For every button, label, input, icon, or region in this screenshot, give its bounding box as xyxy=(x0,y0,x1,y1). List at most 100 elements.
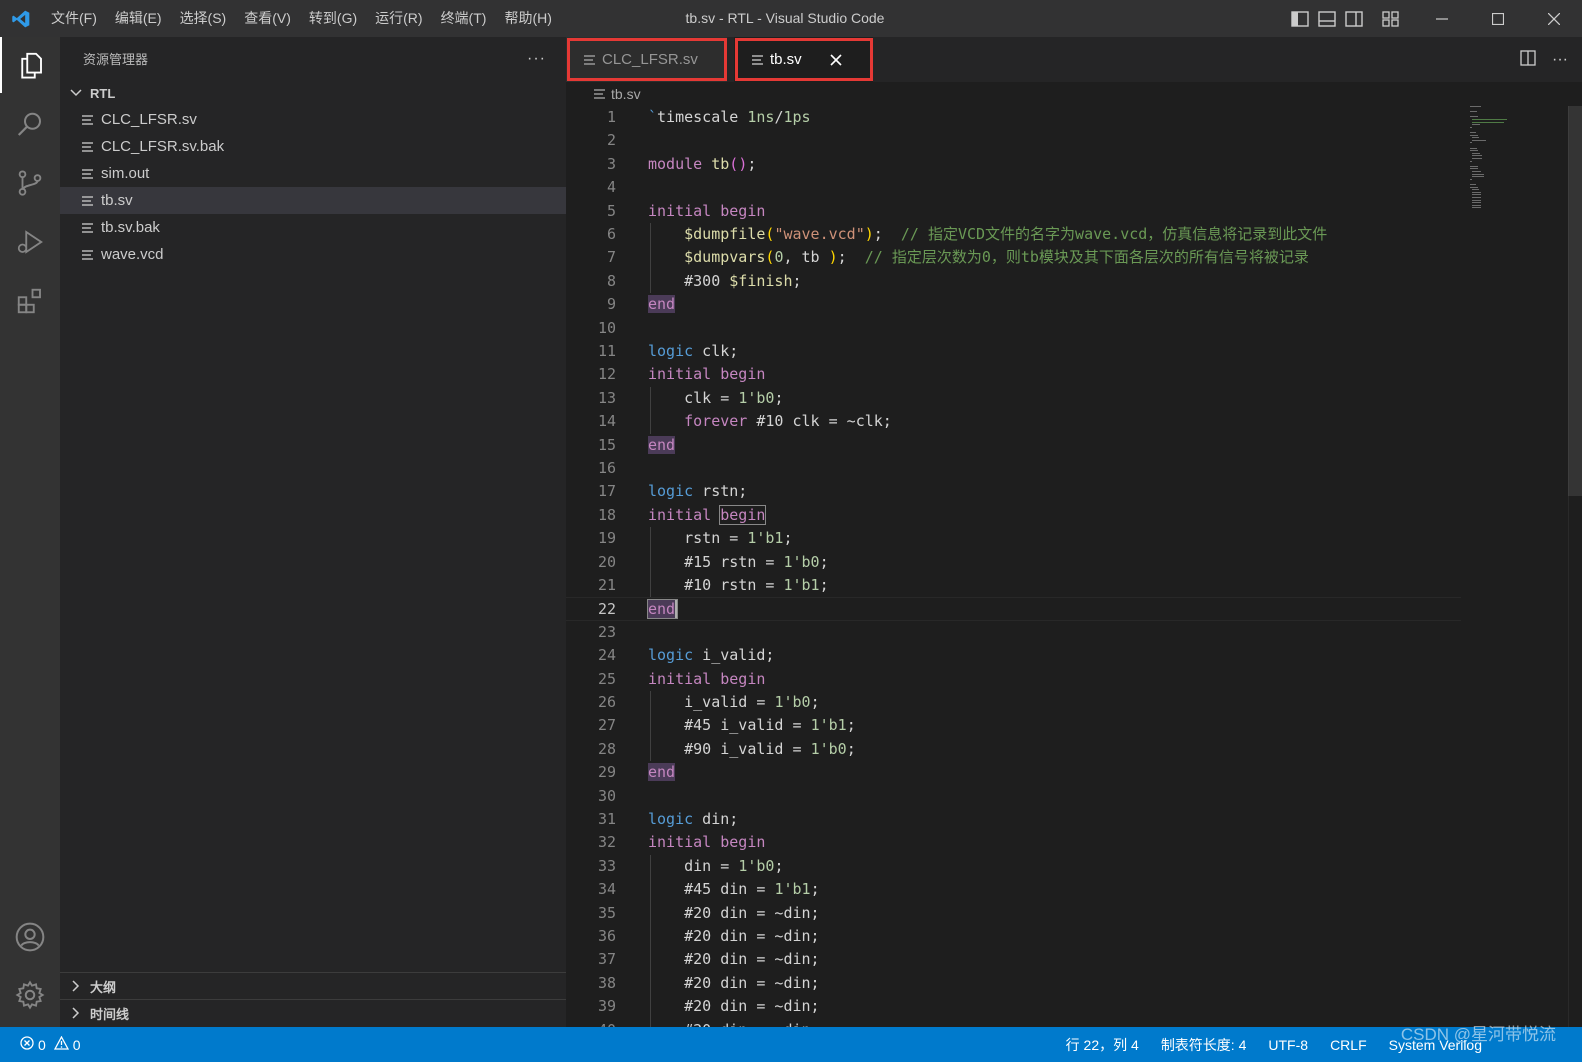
scrollbar-thumb[interactable] xyxy=(1568,106,1582,496)
line-number: 16 xyxy=(597,459,616,477)
code-line[interactable]: 19 rstn = 1'b1; xyxy=(566,527,1461,550)
customize-layout-icon[interactable] xyxy=(1382,10,1400,28)
language-mode[interactable]: System Verilog xyxy=(1389,1037,1482,1053)
tab-size[interactable]: 制表符长度: 4 xyxy=(1161,1035,1247,1055)
code-line[interactable]: 32 initial begin xyxy=(566,831,1461,854)
accounts-icon[interactable] xyxy=(0,909,60,965)
timeline-label: 时间线 xyxy=(90,1006,130,1022)
code-line[interactable]: 11 logic clk; xyxy=(566,340,1461,363)
code-line[interactable]: 2 xyxy=(566,129,1461,152)
line-number: 14 xyxy=(597,412,616,431)
encoding[interactable]: UTF-8 xyxy=(1268,1037,1308,1053)
folder-rtl[interactable]: RTL xyxy=(60,80,566,106)
file-lines-icon xyxy=(82,195,96,207)
code-line[interactable]: 18 initial begin xyxy=(566,504,1461,527)
code-line[interactable]: 36 #20 din = ~din; xyxy=(566,925,1461,948)
code-line[interactable]: 24 logic i_valid; xyxy=(566,644,1461,667)
minimap-line xyxy=(1472,171,1482,172)
code-line[interactable]: 16 xyxy=(566,457,1461,480)
code-line[interactable]: 13 clk = 1'b0; xyxy=(566,387,1461,410)
file-item[interactable]: tb.sv.bak xyxy=(60,214,566,241)
line-number: 17 xyxy=(597,482,616,501)
gear-icon[interactable] xyxy=(0,967,60,1023)
tab-clc-lfsr[interactable]: CLC_LFSR.sv xyxy=(566,37,728,82)
code-line[interactable]: 30 xyxy=(566,785,1461,808)
file-item[interactable]: CLC_LFSR.sv xyxy=(60,106,566,133)
tab-tb-sv[interactable]: tb.sv xyxy=(734,37,874,82)
code-line[interactable]: 22 end xyxy=(566,597,1461,621)
minimap-line xyxy=(1470,165,1479,167)
code-line[interactable]: 6 $dumpfile("wave.vcd"); // 指定VCD文件的名字为w… xyxy=(566,223,1461,246)
menu-item-0[interactable]: 文件(F) xyxy=(42,0,106,37)
breadcrumb[interactable]: tb.sv xyxy=(566,82,1582,106)
code-line[interactable]: 33 din = 1'b0; xyxy=(566,855,1461,878)
run-debug-icon[interactable] xyxy=(0,214,60,270)
more-actions-icon[interactable]: ··· xyxy=(527,50,546,68)
close-window-button[interactable] xyxy=(1526,0,1582,37)
code-text: #300 $finish; xyxy=(648,271,802,290)
code-line[interactable]: 20 #15 rstn = 1'b0; xyxy=(566,551,1461,574)
code-line[interactable]: 23 xyxy=(566,621,1461,644)
file-item[interactable]: sim.out xyxy=(60,160,566,187)
source-control-icon[interactable] xyxy=(0,155,60,211)
toggle-panel-icon[interactable] xyxy=(1318,10,1336,28)
explorer-icon[interactable] xyxy=(0,37,60,93)
code-line[interactable]: 35 #20 din = ~din; xyxy=(566,902,1461,925)
minimap-line xyxy=(1470,134,1478,136)
file-item[interactable]: CLC_LFSR.sv.bak xyxy=(60,133,566,160)
menu-item-7[interactable]: 帮助(H) xyxy=(495,0,560,37)
minimize-button[interactable] xyxy=(1414,0,1470,37)
more-actions-icon[interactable]: ··· xyxy=(1552,51,1568,69)
menu-item-4[interactable]: 转到(G) xyxy=(300,0,366,37)
timeline-section[interactable]: 时间线 xyxy=(60,999,566,1026)
file-item[interactable]: tb.sv xyxy=(60,187,566,214)
cursor-position[interactable]: 行 22，列 4 xyxy=(1066,1035,1139,1055)
minimap-line xyxy=(1472,176,1484,178)
file-item[interactable]: wave.vcd xyxy=(60,241,566,268)
code-line[interactable]: 27 #45 i_valid = 1'b1; xyxy=(566,714,1461,737)
menu-item-6[interactable]: 终端(T) xyxy=(432,0,496,37)
code-line[interactable]: 29 end xyxy=(566,761,1461,784)
code-line[interactable]: 28 #90 i_valid = 1'b0; xyxy=(566,738,1461,761)
code-line[interactable]: 3 module tb(); xyxy=(566,153,1461,176)
code-line[interactable]: 17 logic rstn; xyxy=(566,480,1461,503)
menu-item-2[interactable]: 选择(S) xyxy=(171,0,236,37)
search-icon[interactable] xyxy=(0,97,60,153)
code-text: initial begin xyxy=(648,669,766,688)
code-line[interactable]: 39 #20 din = ~din; xyxy=(566,995,1461,1018)
code-line[interactable]: 1 `timescale 1ns/1ps xyxy=(566,106,1461,129)
code-line[interactable]: 15 end xyxy=(566,434,1461,457)
code-editor[interactable]: 1 `timescale 1ns/1ps 2 3 module tb(); 4 5 initi… xyxy=(566,106,1582,1027)
code-line[interactable]: 5 initial begin xyxy=(566,200,1461,223)
code-line[interactable]: 31 logic din; xyxy=(566,808,1461,831)
close-icon[interactable] xyxy=(830,53,842,66)
code-line[interactable]: 38 #20 din = ~din; xyxy=(566,972,1461,995)
problems-indicator[interactable]: 0 0 xyxy=(0,1035,81,1053)
minimap[interactable] xyxy=(1470,106,1566,226)
code-line[interactable]: 25 initial begin xyxy=(566,668,1461,691)
menu-item-3[interactable]: 查看(V) xyxy=(235,0,300,37)
code-line[interactable]: 12 initial begin xyxy=(566,363,1461,386)
minimap-line xyxy=(1470,147,1477,149)
end-of-line[interactable]: CRLF xyxy=(1330,1037,1367,1053)
code-line[interactable]: 7 $dumpvars(0, tb ); // 指定层次数为0，则tb模块及其下… xyxy=(566,246,1461,269)
extensions-icon[interactable] xyxy=(0,273,60,329)
code-line[interactable]: 21 #10 rstn = 1'b1; xyxy=(566,574,1461,597)
code-line[interactable]: 10 xyxy=(566,317,1461,340)
code-line[interactable]: 8 #300 $finish; xyxy=(566,270,1461,293)
toggle-secondary-sidebar-icon[interactable] xyxy=(1345,10,1363,28)
code-line[interactable]: 37 #20 din = ~din; xyxy=(566,948,1461,971)
minimap-line xyxy=(1472,155,1482,157)
code-line[interactable]: 26 i_valid = 1'b0; xyxy=(566,691,1461,714)
code-line[interactable]: 40 #20 din = ~din; xyxy=(566,1019,1461,1027)
maximize-button[interactable] xyxy=(1470,0,1526,37)
menu-item-1[interactable]: 编辑(E) xyxy=(106,0,171,37)
split-editor-icon[interactable] xyxy=(1520,50,1536,69)
code-line[interactable]: 34 #45 din = 1'b1; xyxy=(566,878,1461,901)
code-line[interactable]: 14 forever #10 clk = ~clk; xyxy=(566,410,1461,433)
code-line[interactable]: 9 end xyxy=(566,293,1461,316)
toggle-primary-sidebar-icon[interactable] xyxy=(1291,10,1309,28)
code-line[interactable]: 4 xyxy=(566,176,1461,199)
outline-section[interactable]: 大纲 xyxy=(60,972,566,999)
menu-item-5[interactable]: 运行(R) xyxy=(366,0,431,37)
